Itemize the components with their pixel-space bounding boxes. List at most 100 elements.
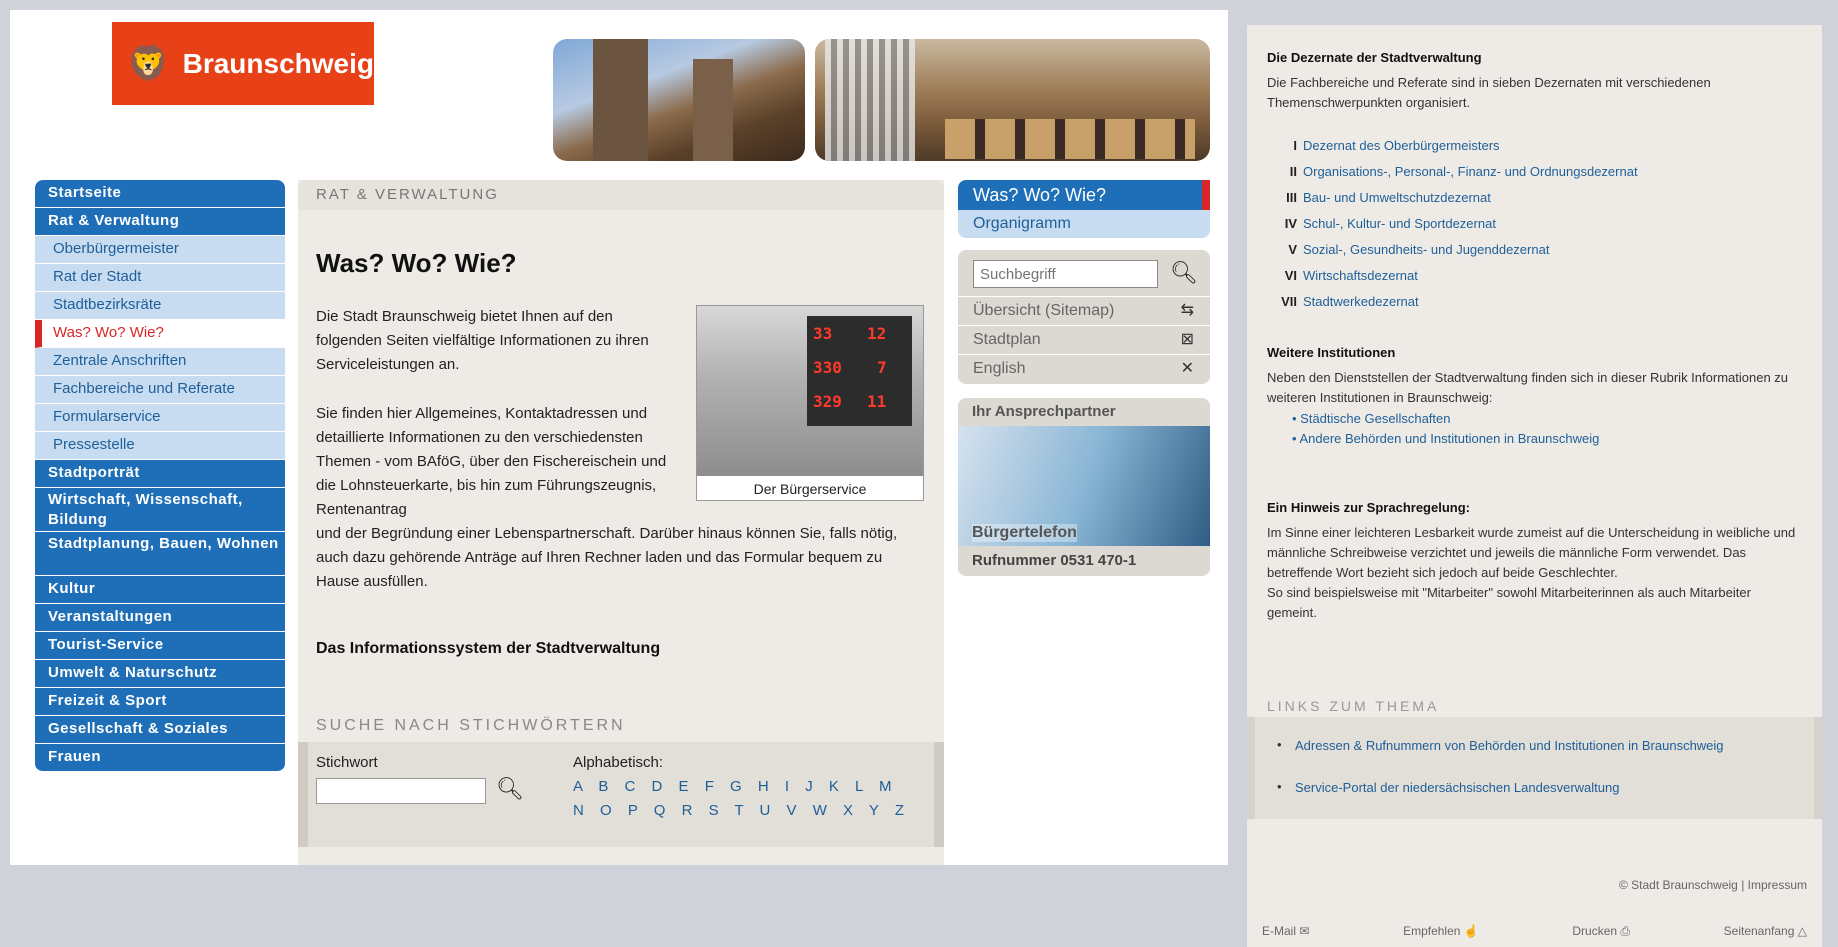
number-board: 33 12 330 7 329 11	[807, 316, 912, 426]
dezernat-item[interactable]: V Sozial-, Gesundheits- und Jugenddezerna…	[1279, 237, 1549, 263]
dezernat-link[interactable]: Wirtschaftsdezernat	[1303, 268, 1418, 283]
contact-box: Ihr Ansprechpartner Bürgertelefon Rufnum…	[958, 398, 1210, 576]
nav-item[interactable]: Wirtschaft, Wissenschaft, Bildung	[35, 488, 285, 532]
print-link[interactable]: Drucken ⎙	[1572, 924, 1630, 939]
search-icon[interactable]: 🔍︎	[496, 776, 524, 802]
hinweis-text-part2: So sind beispielsweise mit "Mitarbeiter"…	[1267, 585, 1751, 620]
dezernat-item[interactable]: III Bau- und Umweltschutzdezernat	[1279, 185, 1491, 211]
hinweis-text-part1: Im Sinne einer leichteren Lesbarkeit wur…	[1267, 525, 1796, 580]
dezernat-number: V	[1288, 242, 1297, 257]
nav-item[interactable]: Stadtbezirksräte	[35, 292, 285, 320]
logo-text: Braunschweig	[182, 47, 374, 79]
email-link[interactable]: E-Mail ✉	[1262, 924, 1309, 938]
top-label: Seitenanfang	[1723, 924, 1795, 938]
nav-item[interactable]: Gesellschaft & Soziales	[35, 716, 285, 744]
hand-icon: ☝	[1463, 924, 1479, 938]
bullet-icon: •	[1277, 737, 1282, 752]
nav-item[interactable]: Fachbereiche und Referate	[35, 376, 285, 404]
sitemap-icon: ⇆	[1180, 302, 1194, 319]
hinweis-title: Ein Hinweis zur Sprachregelung:	[1267, 500, 1470, 515]
dezernat-item[interactable]: VI Wirtschaftsdezernat	[1279, 263, 1418, 289]
board-number: 11	[867, 392, 887, 411]
bullet-icon: •	[1277, 779, 1282, 794]
dezernat-number: II	[1289, 164, 1297, 179]
dezernat-link[interactable]: Organisations-, Personal-, Finanz- und O…	[1303, 164, 1638, 179]
nav-item[interactable]: Rat & Verwaltung	[35, 208, 285, 236]
copyright[interactable]: © Stadt Braunschweig | Impressum	[1619, 878, 1807, 892]
stichwort-input[interactable]	[316, 778, 486, 804]
nav-item[interactable]: Kultur	[35, 576, 285, 604]
page-title: Was? Wo? Wie?	[316, 248, 517, 278]
keyword-search-box: Stichwort 🔍︎ Alphabetisch: A B C D E F G…	[298, 742, 944, 847]
section-header: RAT & VERWALTUNG	[298, 180, 944, 210]
link-service-portal[interactable]: Service-Portal der niedersächsischen Lan…	[1295, 779, 1735, 797]
alphabet-links-row1[interactable]: A B C D E F G H I J K L M	[573, 778, 897, 795]
nav-item[interactable]: Startseite	[35, 180, 285, 208]
dezernat-item[interactable]: I Dezernat des Oberbürgermeisters	[1279, 133, 1500, 159]
lion-icon: 🦁	[127, 44, 170, 83]
braunschweig-logo[interactable]: 🦁 Braunschweig	[112, 22, 374, 105]
recommend-label: Empfehlen	[1403, 924, 1461, 938]
detail-paragraph-part2: und der Begründung einer Lebenspartnersc…	[316, 525, 898, 590]
page-right: Die Dezernate der Stadtverwaltung Die Fa…	[1247, 25, 1822, 947]
dezernat-item[interactable]: VII Stadtwerkedezernat	[1279, 289, 1419, 315]
left-navigation: Startseite Rat & Verwaltung Oberbürgermeis…	[35, 180, 285, 772]
link-adressen[interactable]: Adressen & Rufnummern von Behörden und I…	[1295, 737, 1735, 755]
dezernat-item[interactable]: IV Schul-, Kultur- und Sportdezernat	[1279, 211, 1496, 237]
dezernat-link[interactable]: Sozial-, Gesundheits- und Jugenddezernat	[1303, 242, 1549, 257]
uk-flag-icon: ✕	[1180, 360, 1194, 377]
alphabetical-label: Alphabetisch:	[573, 754, 664, 771]
nav-item[interactable]: Was? Wo? Wie?	[35, 320, 285, 348]
top-link[interactable]: Seitenanfang △	[1724, 924, 1807, 938]
nav-item[interactable]: Umwelt & Naturschutz	[35, 660, 285, 688]
nav-item[interactable]: Pressestelle	[35, 432, 285, 460]
link-andere-behoerden[interactable]: Andere Behörden und Institutionen in Bra…	[1299, 431, 1599, 446]
stadtplan-link[interactable]: Stadtplan ⊠	[958, 325, 1210, 353]
english-link[interactable]: English ✕	[958, 354, 1210, 382]
nav-item[interactable]: Zentrale Anschriften	[35, 348, 285, 376]
nav-item[interactable]: Formularservice	[35, 404, 285, 432]
nav-item[interactable]: Stadtplanung, Bauen, Wohnen	[35, 532, 285, 576]
stichwort-label: Stichwort	[316, 754, 378, 771]
nav-item[interactable]: Stadtporträt	[35, 460, 285, 488]
dezernat-link[interactable]: Schul-, Kultur- und Sportdezernat	[1303, 216, 1496, 231]
dezernat-link[interactable]: Bau- und Umweltschutzdezernat	[1303, 190, 1491, 205]
dezernat-number: I	[1293, 138, 1297, 153]
dezernat-item[interactable]: II Organisations-, Personal-, Finanz- und…	[1279, 159, 1638, 185]
dezernat-link[interactable]: Stadtwerkedezernat	[1303, 294, 1419, 309]
main-content: RAT & VERWALTUNG Was? Wo? Wie? Die Stadt…	[298, 180, 944, 865]
hinweis-text: Im Sinne einer leichteren Lesbarkeit wur…	[1267, 523, 1802, 623]
dezernat-link[interactable]: Dezernat des Oberbürgermeisters	[1303, 138, 1500, 153]
nav-item[interactable]: Veranstaltungen	[35, 604, 285, 632]
email-label: E-Mail	[1262, 924, 1297, 938]
organigramm-link[interactable]: Organigramm	[958, 210, 1210, 238]
sitemap-label: Übersicht (Sitemap)	[973, 302, 1115, 319]
nav-item[interactable]: Rat der Stadt	[35, 264, 285, 292]
nav-item[interactable]: Freizeit & Sport	[35, 688, 285, 716]
institutionen-text: Neben den Dienststellen der Stadtverwalt…	[1267, 370, 1789, 405]
call-center-photo[interactable]: Bürgertelefon	[958, 426, 1210, 546]
dezernat-number: VI	[1284, 268, 1297, 283]
info-system-title: Das Informationssystem der Stadtverwaltu…	[316, 640, 661, 657]
dezernat-number: VII	[1281, 294, 1297, 309]
tools-box: 🔍︎ Übersicht (Sitemap) ⇆ Stadtplan ⊠ Engli…	[958, 250, 1210, 384]
link-staedtische-gesellschaften[interactable]: Städtische Gesellschaften	[1300, 411, 1450, 426]
intro-paragraph: Die Stadt Braunschweig bietet Ihnen auf …	[316, 308, 649, 373]
nav-item[interactable]: Frauen	[35, 744, 285, 772]
sitemap-link[interactable]: Übersicht (Sitemap) ⇆	[958, 296, 1210, 324]
mail-icon: ✉	[1299, 924, 1310, 938]
council-chamber-photo	[815, 39, 1210, 161]
links-box: • Adressen & Rufnummern von Behörden und…	[1247, 717, 1822, 819]
buergertelefon-label: Bürgertelefon	[972, 524, 1077, 542]
site-search-input[interactable]	[973, 260, 1158, 288]
nav-item[interactable]: Oberbürgermeister	[35, 236, 285, 264]
recommend-link[interactable]: Empfehlen ☝	[1403, 924, 1479, 938]
list-item[interactable]: • Andere Behörden und Institutionen in B…	[1292, 429, 1599, 449]
links-header: LINKS ZUM THEMA	[1267, 698, 1440, 714]
printer-icon: ⎙	[1620, 923, 1631, 938]
list-item[interactable]: • Städtische Gesellschaften	[1292, 409, 1450, 429]
was-wo-wie-button[interactable]: Was? Wo? Wie?	[958, 180, 1210, 210]
alphabet-links-row2[interactable]: N O P Q R S T U V W X Y Z	[573, 802, 910, 819]
nav-item[interactable]: Tourist-Service	[35, 632, 285, 660]
search-icon[interactable]: 🔍︎	[1170, 260, 1198, 286]
